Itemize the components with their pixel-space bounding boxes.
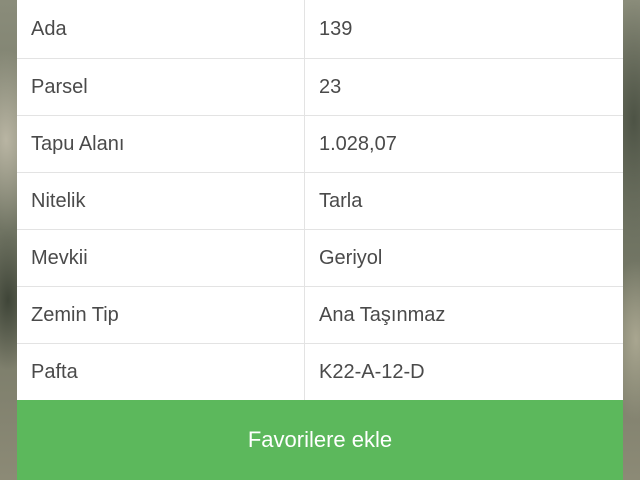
table-row-nitelik: Nitelik Tarla (17, 173, 623, 230)
row-value: 1.028,07 (319, 132, 397, 155)
table-row-pafta: Pafta K22-A-12-D (17, 344, 623, 401)
row-label: Ada (17, 0, 305, 58)
row-value: Geriyol (319, 246, 383, 269)
row-value: Ana Taşınmaz (319, 303, 446, 326)
row-value: K22-A-12-D (319, 360, 425, 383)
table-row-parsel: Parsel 23 (17, 59, 623, 116)
table-row-ada: Ada 139 (17, 0, 623, 59)
parcel-details-table: Ada 139 Parsel 23 Tapu Alanı 1.028,07 Ni… (17, 0, 623, 401)
table-row-mevkii: Mevkii Geriyol (17, 230, 623, 287)
row-label: Nitelik (17, 173, 305, 229)
row-value: Tarla (319, 189, 363, 212)
row-label: Pafta (17, 344, 305, 400)
table-row-zemin-tip: Zemin Tip Ana Taşınmaz (17, 287, 623, 344)
row-label: Mevkii (17, 230, 305, 286)
row-label: Parsel (17, 59, 305, 115)
table-row-tapu-alani: Tapu Alanı 1.028,07 (17, 116, 623, 173)
parcel-info-panel: Ada 139 Parsel 23 Tapu Alanı 1.028,07 Ni… (17, 0, 623, 480)
row-label: Tapu Alanı (17, 116, 305, 172)
row-value: 23 (319, 75, 342, 98)
add-to-favorites-button[interactable]: Favorilere ekle (17, 400, 623, 480)
row-value: 139 (319, 17, 353, 40)
row-label: Zemin Tip (17, 287, 305, 343)
